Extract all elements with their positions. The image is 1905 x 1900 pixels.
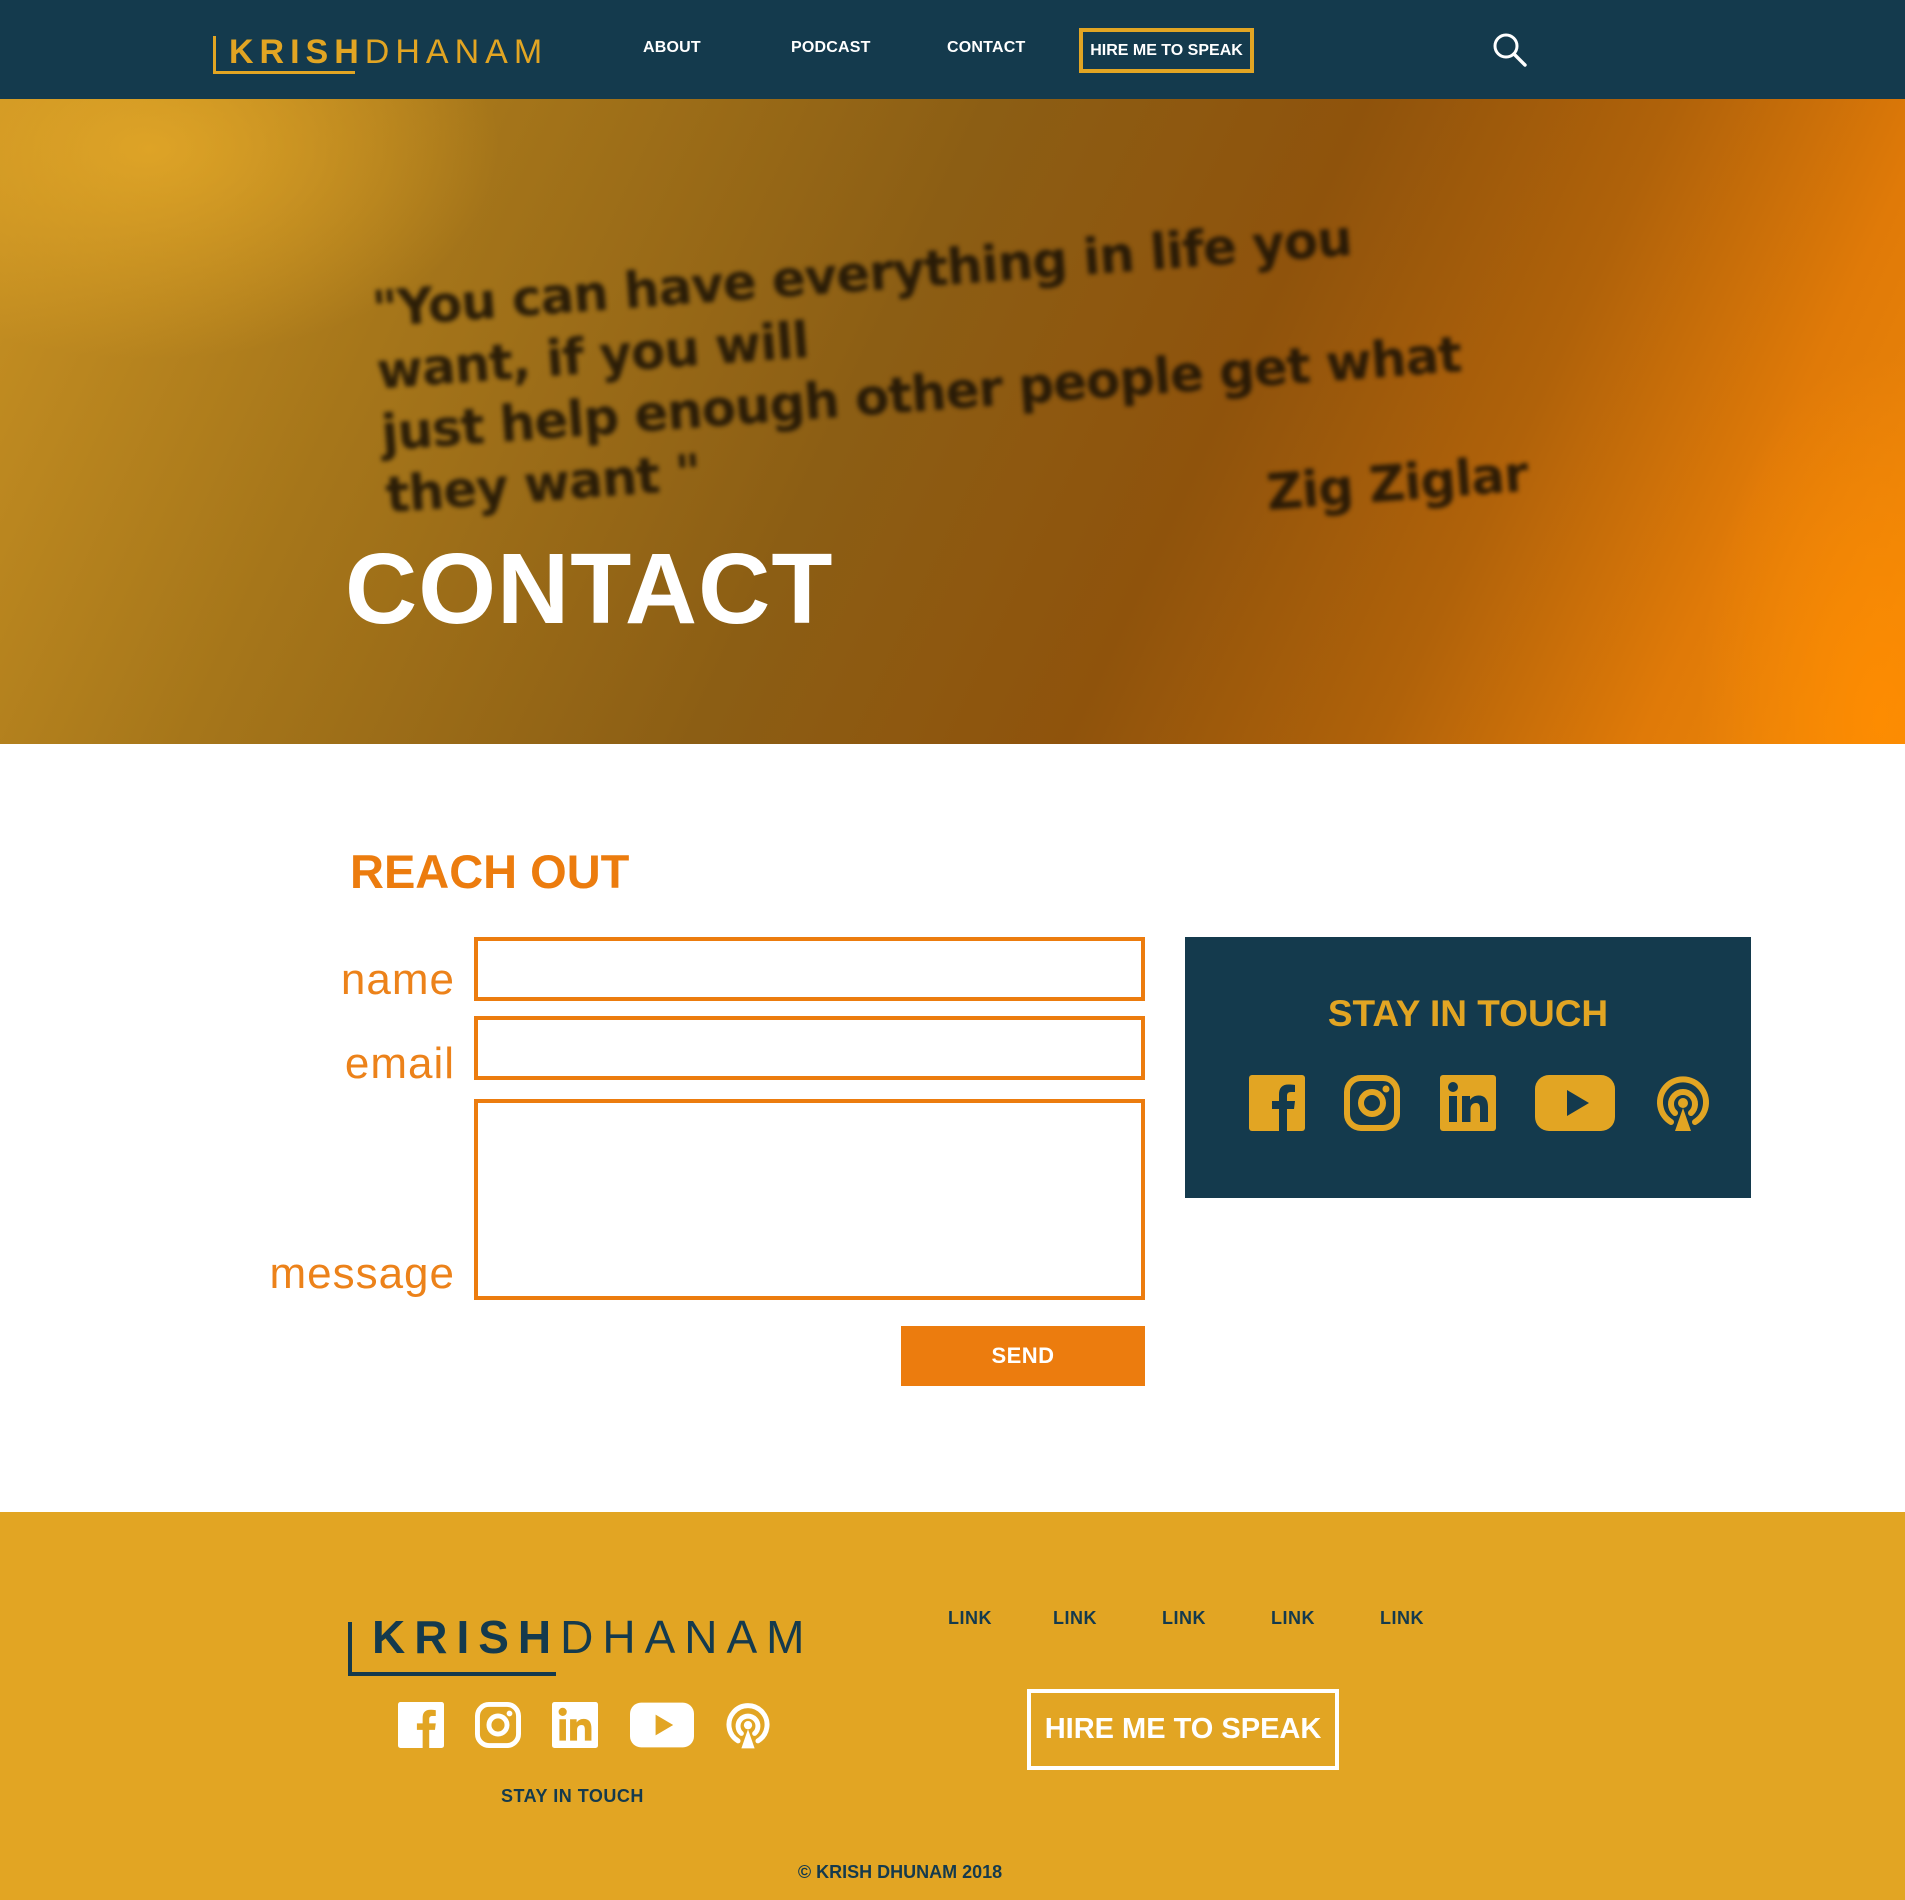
hire-me-button[interactable]: HIRE ME TO SPEAK: [1079, 28, 1254, 73]
nav-contact[interactable]: CONTACT: [947, 39, 1025, 57]
footer-logo-light: DHANAM: [560, 1611, 814, 1663]
nav-podcast[interactable]: PODCAST: [791, 39, 871, 57]
logo-name-light: DHANAM: [364, 33, 549, 71]
facebook-icon[interactable]: [1249, 1075, 1305, 1131]
podcast-icon[interactable]: [724, 1702, 772, 1750]
footer-logo-text: KRISHDHANAM: [372, 1614, 813, 1660]
message-label: message: [269, 1249, 455, 1298]
reach-out-heading: REACH OUT: [350, 845, 630, 898]
footer-link-2[interactable]: LINK: [1053, 1608, 1097, 1629]
footer-link-5[interactable]: LINK: [1380, 1608, 1424, 1629]
copyright-text: © KRISH DHUNAM 2018: [797, 1862, 1003, 1882]
send-button[interactable]: SEND: [901, 1326, 1145, 1386]
site-logo[interactable]: KRISHDHANAM: [213, 28, 548, 76]
nav-about[interactable]: ABOUT: [643, 39, 701, 57]
footer-social-icons: [0, 1702, 1905, 1752]
podcast-icon[interactable]: [1654, 1075, 1712, 1133]
footer-link-3[interactable]: LINK: [1162, 1608, 1206, 1629]
youtube-icon[interactable]: [1535, 1075, 1615, 1131]
facebook-icon[interactable]: [398, 1702, 444, 1748]
search-icon[interactable]: [1492, 32, 1528, 68]
name-label: name: [340, 955, 455, 1004]
email-label: email: [344, 1039, 455, 1088]
footer-stay-in-touch: STAY IN TOUCH: [501, 1786, 644, 1806]
stay-in-touch-heading: STAY IN TOUCH: [1327, 993, 1609, 1034]
footer-link-1[interactable]: LINK: [948, 1608, 992, 1629]
site-footer: KRISHDHANAM LINK LINK LINK LINK LINK HIR…: [0, 1512, 1905, 1900]
stay-in-touch-panel: STAY IN TOUCH: [1185, 937, 1751, 1198]
page-title: CONTACT: [345, 533, 834, 645]
linkedin-icon[interactable]: [1440, 1075, 1496, 1131]
footer-link-4[interactable]: LINK: [1271, 1608, 1315, 1629]
instagram-icon[interactable]: [1344, 1075, 1400, 1131]
social-icons: [1185, 1075, 1751, 1135]
logo-text: KRISHDHANAM: [213, 35, 548, 69]
hero-quote: "You can have everything in life you wan…: [370, 195, 1540, 588]
linkedin-icon[interactable]: [552, 1702, 598, 1748]
hero-banner: "You can have everything in life you wan…: [0, 99, 1905, 744]
email-field[interactable]: [474, 1016, 1145, 1080]
instagram-icon[interactable]: [475, 1702, 521, 1748]
logo-name-bold: KRISH: [229, 33, 365, 71]
youtube-icon[interactable]: [630, 1702, 694, 1748]
site-header: KRISHDHANAM ABOUT PODCAST CONTACT HIRE M…: [0, 0, 1905, 99]
footer-logo-bold: KRISH: [372, 1611, 561, 1663]
message-field[interactable]: [474, 1099, 1145, 1300]
name-field[interactable]: [474, 937, 1145, 1001]
